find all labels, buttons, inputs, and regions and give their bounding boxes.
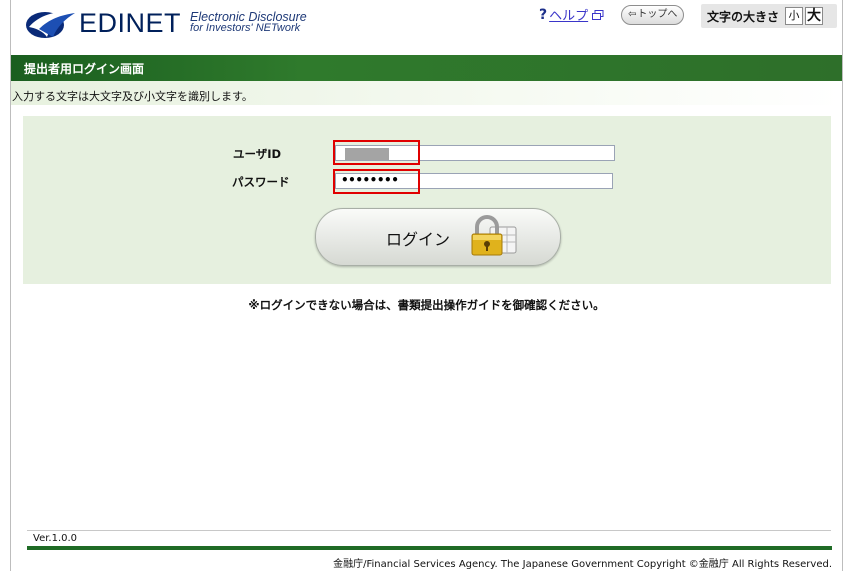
external-window-icon xyxy=(592,9,604,20)
version-label: Ver.1.0.0 xyxy=(33,533,78,544)
footer-divider xyxy=(27,530,831,531)
login-button[interactable]: ログイン xyxy=(315,208,561,266)
logo-subtitle-line2: for Investors' NETwork xyxy=(190,22,301,34)
header: EDINET Electronic Disclosure for Investo… xyxy=(11,0,842,48)
footer-green-bar xyxy=(27,546,832,550)
help-label[interactable]: ヘルプ xyxy=(549,5,588,24)
password-label: パスワード xyxy=(232,175,290,189)
top-page-button[interactable]: ⇦ トップへ xyxy=(621,5,685,25)
login-panel: ユーザID パスワード •••••••• ログイン xyxy=(23,116,831,284)
edinet-logo[interactable]: EDINET Electronic Disclosure for Investo… xyxy=(25,6,307,40)
user-id-highlight xyxy=(333,140,420,165)
password-highlight xyxy=(333,169,420,194)
logo-subtitle: Electronic Disclosure for Investors' NET… xyxy=(190,11,307,34)
page-frame: EDINET Electronic Disclosure for Investo… xyxy=(10,0,843,571)
lock-icon xyxy=(471,215,517,256)
logo-name: EDINET xyxy=(79,7,182,38)
case-notice-bar: 入力する文字は大文字及び小文字を識別します。 xyxy=(11,81,842,105)
back-arrow-icon: ⇦ xyxy=(628,9,637,20)
font-small-button[interactable]: 小 xyxy=(785,7,804,25)
user-id-label: ユーザID xyxy=(233,147,282,161)
page-title-bar: 提出者用ログイン画面 xyxy=(11,55,842,81)
case-notice-text: 入力する文字は大文字及び小文字を識別します。 xyxy=(12,90,253,103)
page-title: 提出者用ログイン画面 xyxy=(24,62,145,76)
edinet-logo-mark-icon xyxy=(26,11,75,38)
font-size-label: 文字の大きさ xyxy=(707,9,780,24)
copyright-text: 金融庁/Financial Services Agency. The Japan… xyxy=(333,559,832,570)
font-size-switcher: 文字の大きさ 小 大 xyxy=(701,4,837,28)
login-help-guide-text: ※ログインできない場合は、書類提出操作ガイドを御確認ください。 xyxy=(248,298,605,312)
font-large-button[interactable]: 大 xyxy=(805,7,824,25)
top-page-label: トップへ xyxy=(637,9,678,20)
login-button-label: ログイン xyxy=(386,230,451,249)
help-question-icon: ? xyxy=(539,6,548,23)
help-link[interactable]: ? ヘルプ xyxy=(539,5,604,24)
